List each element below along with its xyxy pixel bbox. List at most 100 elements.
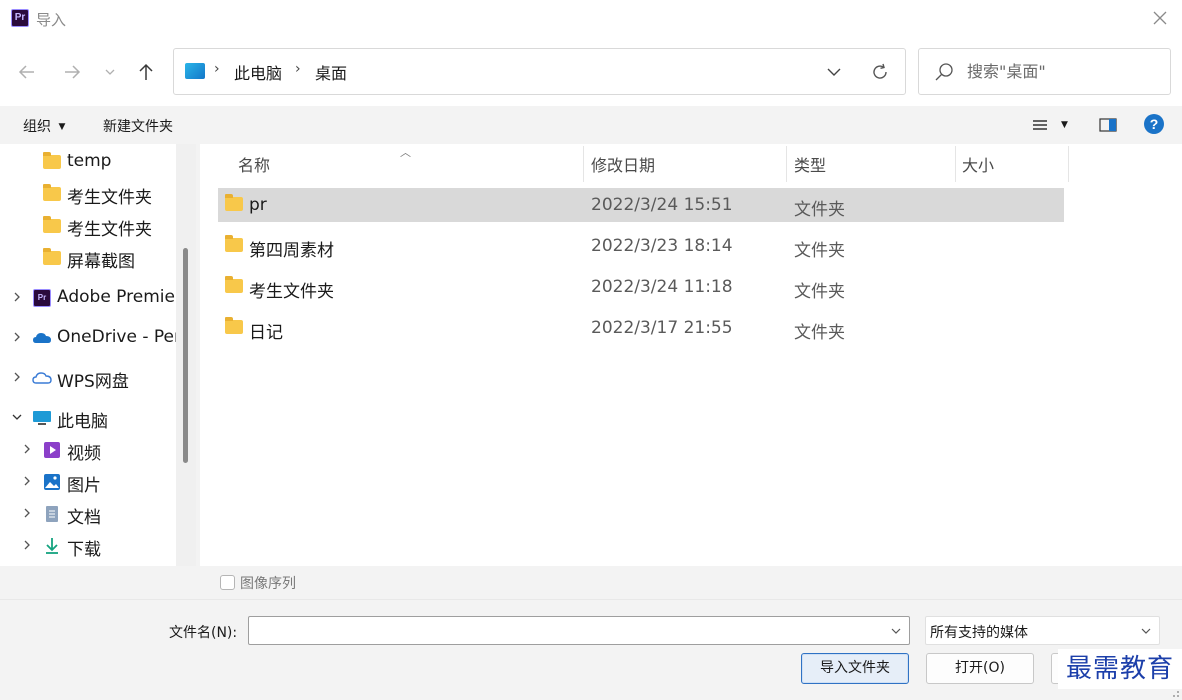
sidebar-scroll-thumb[interactable] xyxy=(183,248,188,463)
sidebar-item-videos[interactable]: 视频 xyxy=(0,435,180,465)
file-type: 文件夹 xyxy=(794,282,845,302)
this-pc-icon xyxy=(185,63,205,79)
sidebar-item-label: 考生文件夹 xyxy=(67,220,152,240)
search-input[interactable] xyxy=(967,57,1162,85)
file-row[interactable]: 日记 2022/3/17 21:55 文件夹 xyxy=(218,311,1064,345)
chevron-right-icon[interactable] xyxy=(11,371,23,383)
sidebar-item-exam-folder[interactable]: 考生文件夹 xyxy=(0,179,180,209)
column-header-modified[interactable]: 修改日期 xyxy=(591,152,655,176)
folder-icon xyxy=(43,152,61,171)
address-bar[interactable]: › 此电脑 › 桌面 xyxy=(173,48,906,95)
sidebar-item-wps-cloud[interactable]: WPS网盘 xyxy=(0,363,180,393)
folder-icon xyxy=(43,184,61,203)
title-bar: Pr 导入 xyxy=(0,0,1182,38)
file-row[interactable]: 考生文件夹 2022/3/24 11:18 文件夹 xyxy=(218,270,1064,304)
close-icon[interactable] xyxy=(1148,6,1172,30)
wps-cloud-icon xyxy=(32,372,52,384)
folder-icon xyxy=(43,248,61,267)
premiere-icon: Pr xyxy=(33,289,51,307)
chevron-right-icon[interactable] xyxy=(11,331,23,343)
open-button[interactable]: 打开(O) xyxy=(926,653,1034,684)
filename-field[interactable] xyxy=(248,616,910,645)
breadcrumb-this-pc[interactable]: 此电脑 xyxy=(234,60,282,84)
column-divider[interactable] xyxy=(583,146,584,182)
sidebar-item-temp[interactable]: temp xyxy=(0,147,180,177)
filename-label: 文件名(N): xyxy=(169,625,238,641)
folder-icon xyxy=(225,194,243,211)
folder-icon xyxy=(225,276,243,293)
help-icon[interactable]: ? xyxy=(1144,114,1164,134)
sidebar-item-documents[interactable]: 文档 xyxy=(0,499,180,529)
column-divider[interactable] xyxy=(1068,146,1069,182)
refresh-icon[interactable] xyxy=(870,62,890,82)
chevron-right-icon[interactable] xyxy=(21,475,33,487)
column-header-name[interactable]: 名称 xyxy=(238,152,270,176)
chevron-right-icon[interactable] xyxy=(21,507,33,519)
address-dropdown-chevron-icon[interactable] xyxy=(825,63,843,81)
folder-icon xyxy=(225,317,243,334)
breadcrumb-separator-icon[interactable]: › xyxy=(295,61,301,77)
file-row[interactable]: pr 2022/3/24 15:51 文件夹 xyxy=(218,188,1064,222)
import-folder-button[interactable]: 导入文件夹 xyxy=(801,653,909,684)
breadcrumb-separator-icon[interactable]: › xyxy=(214,61,220,77)
file-name: 日记 xyxy=(249,323,283,343)
sidebar-item-label: temp xyxy=(67,151,112,171)
file-modified-date: 2022/3/24 11:18 xyxy=(591,277,733,297)
file-list-pane: ︿ 名称 修改日期 类型 大小 pr 2022/3/24 15:51 文件夹 第… xyxy=(200,144,1182,566)
column-divider[interactable] xyxy=(955,146,956,182)
recent-locations-chevron-icon[interactable] xyxy=(100,60,120,84)
sidebar-item-label: WPS网盘 xyxy=(57,372,129,392)
onedrive-cloud-icon xyxy=(33,333,51,343)
sidebar-scrollbar[interactable] xyxy=(176,144,196,566)
sidebar-item-pictures[interactable]: 图片 xyxy=(0,467,180,497)
image-sequence-label: 图像序列 xyxy=(240,576,296,592)
sidebar-item-label: 下载 xyxy=(67,540,101,560)
navigation-pane: temp 考生文件夹 考生文件夹 屏幕截图 Pr Adobe Premie On… xyxy=(0,144,196,566)
videos-icon xyxy=(44,442,60,458)
file-type: 文件夹 xyxy=(794,241,845,261)
sidebar-item-label: 考生文件夹 xyxy=(67,188,152,208)
new-folder-button[interactable]: 新建文件夹 xyxy=(103,116,173,136)
pictures-icon xyxy=(44,474,60,490)
up-arrow-icon[interactable] xyxy=(134,60,158,84)
sidebar-item-this-pc[interactable]: 此电脑 xyxy=(0,403,180,433)
back-arrow-icon[interactable] xyxy=(15,60,39,84)
filename-dropdown-chevron-icon[interactable] xyxy=(889,624,903,638)
search-box[interactable] xyxy=(918,48,1171,95)
sidebar-item-label: 文档 xyxy=(67,508,101,528)
window-title: 导入 xyxy=(36,11,67,29)
file-row[interactable]: 第四周素材 2022/3/23 18:14 文件夹 xyxy=(218,229,1064,263)
folder-icon xyxy=(43,216,61,235)
sidebar-item-adobe-premiere[interactable]: Pr Adobe Premie xyxy=(0,283,180,313)
view-options-icon[interactable] xyxy=(1030,115,1050,135)
view-dropdown-icon[interactable]: ▼ xyxy=(1061,120,1068,130)
sidebar-item-downloads[interactable]: 下载 xyxy=(0,531,180,561)
sidebar-item-label: 此电脑 xyxy=(57,412,108,432)
file-type-select[interactable]: 所有支持的媒体 xyxy=(925,616,1160,645)
chevron-right-icon[interactable] xyxy=(21,539,33,551)
sidebar-item-onedrive[interactable]: OneDrive - Per xyxy=(0,323,181,353)
image-sequence-checkbox[interactable] xyxy=(220,575,235,590)
sidebar-item-label: Adobe Premie xyxy=(57,287,175,307)
column-header-type[interactable]: 类型 xyxy=(794,152,826,176)
forward-arrow-icon[interactable] xyxy=(60,60,84,84)
image-sequence-row: 图像序列 xyxy=(0,566,1182,599)
preview-pane-icon[interactable] xyxy=(1098,115,1118,135)
sidebar-item-exam-folder-2[interactable]: 考生文件夹 xyxy=(0,211,180,241)
breadcrumb-desktop[interactable]: 桌面 xyxy=(315,60,347,84)
filename-input[interactable] xyxy=(249,617,879,644)
chevron-right-icon[interactable] xyxy=(21,443,33,455)
chevron-down-icon[interactable] xyxy=(11,411,23,423)
file-type-chevron-down-icon[interactable] xyxy=(1139,624,1153,638)
sidebar-item-screenshots[interactable]: 屏幕截图 xyxy=(0,243,180,273)
column-header-size[interactable]: 大小 xyxy=(962,152,994,176)
organize-dropdown-icon: ▼ xyxy=(58,122,66,132)
organize-menu-button[interactable]: 组织 ▼ xyxy=(23,116,65,136)
file-modified-date: 2022/3/23 18:14 xyxy=(591,236,733,256)
chevron-right-icon[interactable] xyxy=(11,291,23,303)
resize-grip-icon[interactable] xyxy=(1170,688,1180,698)
column-divider[interactable] xyxy=(786,146,787,182)
navigation-bar: › 此电脑 › 桌面 xyxy=(0,38,1182,106)
organize-label: 组织 xyxy=(23,119,51,135)
downloads-icon xyxy=(46,538,58,554)
